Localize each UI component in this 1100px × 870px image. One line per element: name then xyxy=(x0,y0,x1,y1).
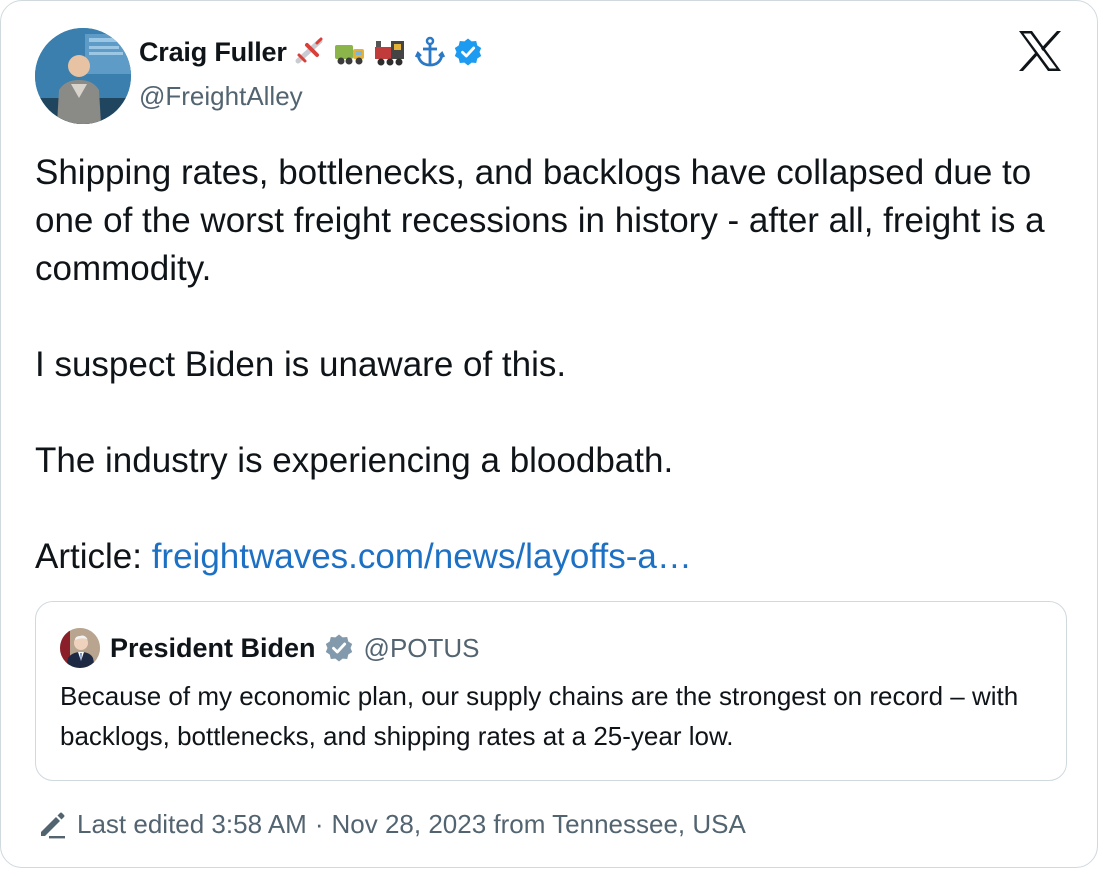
footer-separator: · xyxy=(314,808,324,839)
tweet-body: Shipping rates, bottlenecks, and backlog… xyxy=(35,149,1075,581)
verified-badge-icon[interactable] xyxy=(453,37,483,67)
quoted-display-name[interactable]: President Biden xyxy=(110,633,316,664)
tweet-card: Craig Fuller @FreightAlley Shipping rate… xyxy=(0,0,1098,868)
pencil-icon[interactable] xyxy=(35,807,69,841)
tweet-paragraph: The industry is experiencing a bloodbath… xyxy=(35,441,674,480)
author-handle[interactable]: @FreightAlley xyxy=(139,81,303,112)
article-line: Article: freightwaves.com/news/layoffs-a… xyxy=(35,533,1075,581)
author-avatar[interactable] xyxy=(35,28,131,124)
x-logo-icon[interactable] xyxy=(1017,29,1063,73)
tweet-paragraph: Shipping rates, bottlenecks, and backlog… xyxy=(35,153,1045,288)
tweet-paragraph: I suspect Biden is unaware of this. xyxy=(35,345,567,384)
quoted-author-avatar-image xyxy=(60,628,100,668)
edit-timestamp[interactable]: Last edited 3:58 AM xyxy=(77,809,307,840)
quoted-name-row: President Biden @POTUS xyxy=(110,630,480,666)
anchor-icon xyxy=(413,35,447,69)
article-label: Article: xyxy=(35,537,142,576)
locomotive-icon xyxy=(373,35,407,69)
author-avatar-image xyxy=(35,28,131,124)
article-link[interactable]: freightwaves.com/news/layoffs-a… xyxy=(152,537,692,576)
airplane-icon xyxy=(293,35,327,69)
date-location: Nov 28, 2023 from Tennessee, USA xyxy=(331,808,746,839)
quoted-author-avatar[interactable] xyxy=(60,628,100,668)
quoted-tweet-text: Because of my economic plan, our supply … xyxy=(60,681,1019,751)
tweet-footer: Last edited 3:58 AM · Nov 28, 2023 from … xyxy=(35,807,746,841)
quoted-handle[interactable]: @POTUS xyxy=(364,633,480,664)
author-name-row: Craig Fuller xyxy=(139,35,483,69)
truck-icon xyxy=(333,35,367,69)
government-verified-badge-icon[interactable] xyxy=(324,633,354,663)
author-display-name[interactable]: Craig Fuller xyxy=(139,37,287,68)
quoted-tweet[interactable]: President Biden @POTUS Because of my eco… xyxy=(35,601,1067,781)
